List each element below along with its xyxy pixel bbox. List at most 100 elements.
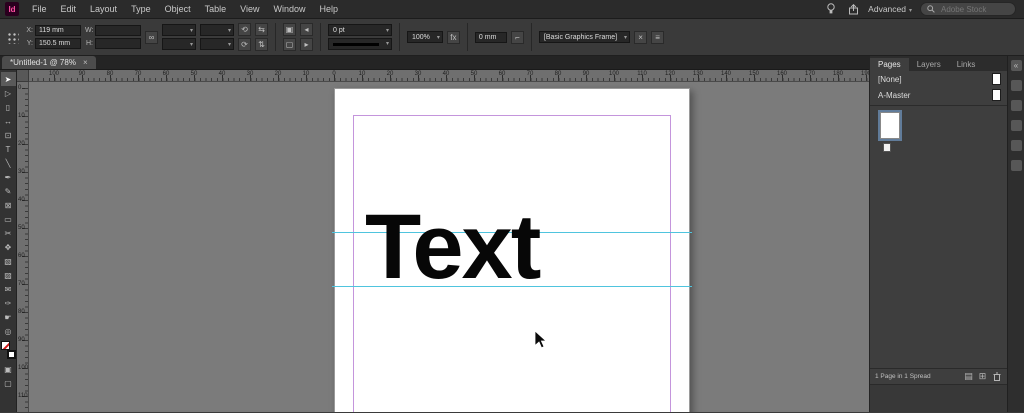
ruler-label: 40: [218, 71, 226, 77]
selection-tool[interactable]: ➤: [0, 72, 16, 86]
corner-radius-field[interactable]: 0 mm: [474, 31, 507, 43]
tab-layers[interactable]: Layers: [909, 58, 949, 71]
rotate-cw-button[interactable]: ⟳: [238, 38, 251, 51]
opacity-select[interactable]: 100%: [407, 31, 443, 44]
menu-help[interactable]: Help: [312, 0, 345, 19]
divider: [870, 105, 1007, 106]
free-transform-tool[interactable]: ✥: [1, 240, 16, 254]
pen-tool[interactable]: ✒: [1, 170, 16, 184]
corner-options-icon[interactable]: ⌐: [510, 30, 524, 44]
delete-page-button[interactable]: [991, 371, 1002, 382]
share-icon[interactable]: [846, 2, 860, 16]
master-row-a-master[interactable]: A-Master: [870, 87, 1007, 103]
preview-view-button[interactable]: ▢: [1, 376, 16, 390]
gradient-feather-tool[interactable]: ▨: [1, 268, 16, 282]
gradient-swatch-tool[interactable]: ▧: [1, 254, 16, 268]
rectangle-tool[interactable]: ▭: [1, 212, 16, 226]
effects-icon[interactable]: fx: [446, 30, 460, 44]
object-style-select[interactable]: [Basic Graphics Frame]: [538, 31, 631, 44]
menu-view[interactable]: View: [233, 0, 266, 19]
y-field[interactable]: 150.5 mm: [35, 38, 81, 49]
normal-view-button[interactable]: ▣: [1, 362, 16, 376]
go-to-previous-button[interactable]: ◂: [300, 23, 313, 36]
ruler-label: 10: [358, 71, 366, 77]
fill-stroke-swatches[interactable]: [0, 341, 16, 359]
ruler-label: 80: [106, 71, 114, 77]
horizontal-ruler[interactable]: 100 90 80 70 60 50 40 30 20 10 0 10 20 30 40 50 60 70 80 90…: [29, 70, 869, 82]
stroke-type-select[interactable]: [328, 38, 392, 50]
chevron-down-icon: ▾: [908, 8, 912, 14]
select-content-button[interactable]: ▢: [283, 38, 296, 51]
tab-pages[interactable]: Pages: [870, 58, 909, 71]
document-tab[interactable]: *Untitled-1 @ 78% ×: [2, 56, 96, 69]
rotate-ccw-button[interactable]: ⟲: [238, 23, 251, 36]
edit-page-size-button[interactable]: ▤: [963, 371, 974, 382]
menu-object[interactable]: Object: [158, 0, 198, 19]
gap-tool[interactable]: ↔: [1, 114, 16, 128]
lightbulb-icon[interactable]: [824, 2, 838, 16]
stroke-panel-icon[interactable]: [1010, 160, 1022, 171]
menu-type[interactable]: Type: [124, 0, 158, 19]
note-tool[interactable]: ✉: [1, 282, 16, 296]
pasteboard[interactable]: Text: [29, 82, 869, 412]
x-label: X:: [26, 27, 33, 34]
new-page-button[interactable]: ⊞: [977, 371, 988, 382]
scale-x-select[interactable]: [162, 24, 196, 37]
zoom-tool[interactable]: ◎: [1, 324, 16, 338]
ruler-label: 50: [18, 225, 25, 231]
ruler-origin-box[interactable]: [17, 70, 29, 82]
menu-table[interactable]: Table: [198, 0, 234, 19]
stroke-weight-select[interactable]: 0 pt: [328, 24, 392, 37]
pages-panel: [None] A-Master: [870, 71, 1007, 368]
flip-horizontal-button[interactable]: ⇆: [255, 23, 268, 36]
menu-window[interactable]: Window: [266, 0, 312, 19]
collapse-dock-icon[interactable]: «: [1010, 60, 1022, 71]
scissors-tool[interactable]: ✂: [1, 226, 16, 240]
page-1-thumbnail[interactable]: [880, 112, 900, 139]
rectangle-frame-tool[interactable]: ⊠: [1, 198, 16, 212]
hand-tool[interactable]: ☛: [1, 310, 16, 324]
pencil-tool[interactable]: ✎: [1, 184, 16, 198]
menu-file[interactable]: File: [25, 0, 54, 19]
eyedropper-tool[interactable]: ✑: [1, 296, 16, 310]
menu-layout[interactable]: Layout: [83, 0, 124, 19]
menu-bar: Id File Edit Layout Type Object Table View Wind…: [0, 0, 1024, 19]
master-row-none[interactable]: [None]: [870, 71, 1007, 87]
w-field[interactable]: [95, 25, 141, 36]
stock-search-input[interactable]: [939, 3, 1009, 15]
color-panel-icon[interactable]: [1010, 80, 1022, 91]
page-1[interactable]: Text: [332, 88, 692, 412]
stroke-swatch[interactable]: [6, 350, 16, 359]
reference-point-proxy[interactable]: [6, 30, 19, 44]
panel-menu-icon[interactable]: ≡: [651, 30, 665, 44]
text-frame[interactable]: Text: [365, 201, 541, 293]
swatches-panel-icon[interactable]: [1010, 100, 1022, 111]
tab-close-button[interactable]: ×: [83, 58, 88, 67]
gradient-panel-icon[interactable]: [1010, 120, 1022, 131]
content-collector-tool[interactable]: ⊡: [1, 128, 16, 142]
vertical-ruler[interactable]: 0 10 20 30 40 50 60 70 80 90 100 110: [17, 82, 29, 412]
cc-libraries-panel-icon[interactable]: [1010, 140, 1022, 151]
type-tool[interactable]: T: [1, 142, 16, 156]
fill-swatch[interactable]: [0, 341, 10, 350]
direct-selection-tool[interactable]: ▷: [1, 86, 16, 100]
flip-vertical-button[interactable]: ⇅: [255, 38, 268, 51]
shear-angle-select[interactable]: [200, 38, 234, 51]
ruler-label: 50: [470, 71, 478, 77]
divider: [530, 23, 532, 51]
stock-search[interactable]: [920, 2, 1016, 16]
clear-overrides-button[interactable]: ×: [634, 30, 648, 44]
h-field[interactable]: [95, 38, 141, 49]
tab-links[interactable]: Links: [949, 58, 984, 71]
constrain-proportions-icon[interactable]: ∞: [145, 30, 158, 44]
rotation-angle-select[interactable]: [200, 24, 234, 37]
select-container-button[interactable]: ▣: [283, 23, 296, 36]
menu-edit[interactable]: Edit: [54, 0, 84, 19]
line-tool[interactable]: ╲: [1, 156, 16, 170]
scale-y-select[interactable]: [162, 38, 196, 51]
workspace-switcher[interactable]: Advanced ▾: [868, 4, 912, 14]
go-to-next-button[interactable]: ▸: [300, 38, 313, 51]
page-tool[interactable]: ▯: [1, 100, 16, 114]
x-field[interactable]: 119 mm: [35, 25, 81, 36]
ruler-label: 70: [526, 71, 534, 77]
